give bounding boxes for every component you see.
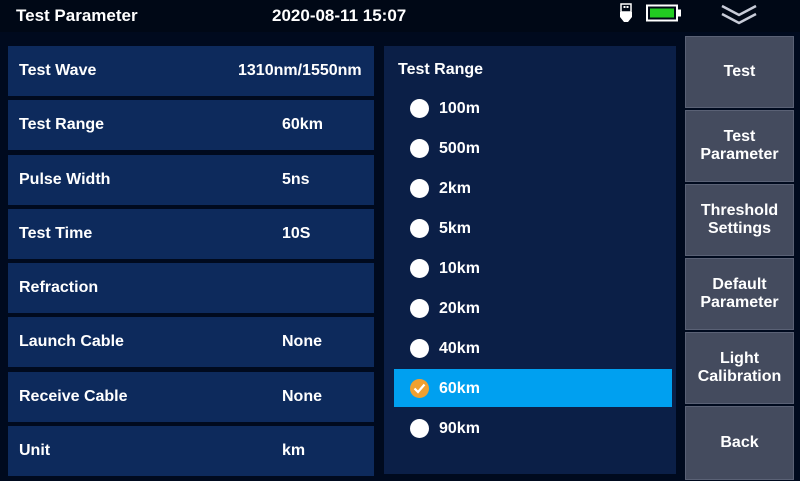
param-value: 5ns [282, 171, 310, 188]
radio-icon [410, 259, 429, 278]
page-title: Test Parameter [16, 6, 138, 25]
top-bar: Test Parameter 2020-08-11 15:07 [0, 0, 800, 32]
param-label: Refraction [19, 279, 99, 296]
range-option-100m[interactable]: 100m [394, 89, 672, 127]
range-option-90km[interactable]: 90km [394, 409, 672, 447]
range-option-10km[interactable]: 10km [394, 249, 672, 287]
default-parameter-button[interactable]: Default Parameter [685, 258, 794, 330]
radio-icon [410, 419, 429, 438]
param-value: 10S [282, 225, 311, 242]
test-button[interactable]: Test [685, 36, 794, 108]
back-button[interactable]: Back [685, 406, 794, 480]
test-range-panel: Test Range 100m 500m 2km 5km 10km 20km 4… [384, 46, 676, 474]
param-row-launch-cable[interactable]: Launch Cable None [8, 317, 374, 367]
radio-icon [410, 299, 429, 318]
param-label: Unit [19, 442, 51, 459]
radio-icon [410, 339, 429, 358]
range-option-500m[interactable]: 500m [394, 129, 672, 167]
option-label: 90km [439, 420, 480, 437]
param-row-receive-cable[interactable]: Receive Cable None [8, 372, 374, 422]
option-label: 20km [439, 300, 480, 317]
param-value: km [282, 442, 306, 459]
param-value: None [282, 388, 322, 405]
radio-icon [410, 99, 429, 118]
panel-title: Test Range [398, 61, 484, 78]
radio-icon [410, 139, 429, 158]
param-row-test-range[interactable]: Test Range 60km [8, 100, 374, 150]
range-option-60km[interactable]: 60km [394, 369, 672, 407]
option-label: 10km [439, 260, 480, 277]
checkmark-icon [410, 379, 429, 398]
test-parameter-button[interactable]: Test Parameter [685, 110, 794, 182]
param-label: Launch Cable [19, 333, 124, 350]
usb-icon [618, 3, 634, 30]
battery-icon [646, 4, 682, 27]
datetime: 2020-08-11 15:07 [272, 6, 407, 25]
param-label: Receive Cable [19, 388, 128, 405]
option-label: 500m [439, 140, 480, 157]
param-row-test-time[interactable]: Test Time 10S [8, 209, 374, 259]
option-label: 40km [439, 340, 480, 357]
radio-icon [410, 219, 429, 238]
radio-icon [410, 179, 429, 198]
range-option-40km[interactable]: 40km [394, 329, 672, 367]
param-row-test-wave[interactable]: Test Wave 1310nm/1550nm [8, 46, 374, 96]
option-label: 2km [439, 180, 472, 197]
light-calibration-button[interactable]: Light Calibration [685, 332, 794, 404]
param-value: None [282, 333, 322, 350]
option-label: 100m [439, 100, 480, 117]
param-label: Test Range [19, 116, 105, 133]
param-label: Test Time [19, 225, 93, 242]
range-option-5km[interactable]: 5km [394, 209, 672, 247]
range-option-20km[interactable]: 20km [394, 289, 672, 327]
threshold-settings-button[interactable]: Threshold Settings [685, 184, 794, 256]
option-label: 60km [439, 380, 480, 397]
param-row-refraction[interactable]: Refraction [8, 263, 374, 313]
param-row-pulse-width[interactable]: Pulse Width 5ns [8, 155, 374, 205]
param-row-unit[interactable]: Unit km [8, 426, 374, 476]
option-label: 5km [439, 220, 472, 237]
range-option-2km[interactable]: 2km [394, 169, 672, 207]
collapse-chevron-icon[interactable] [718, 2, 760, 33]
param-label: Test Wave [19, 62, 97, 79]
param-value: 1310nm/1550nm [238, 62, 362, 79]
param-value: 60km [282, 116, 323, 133]
param-label: Pulse Width [19, 171, 111, 188]
